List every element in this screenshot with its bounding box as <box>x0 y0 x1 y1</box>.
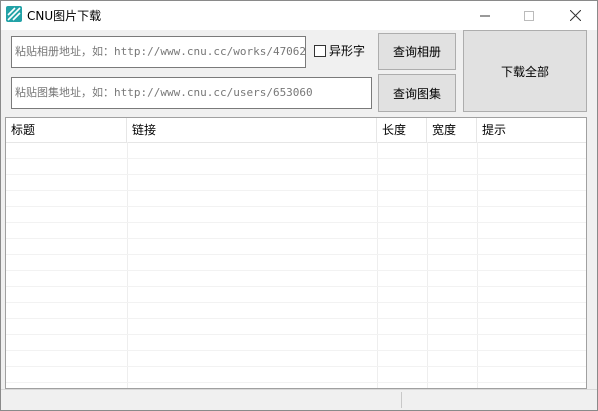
column-header-length[interactable]: 长度 <box>377 118 427 142</box>
checkbox-box[interactable] <box>314 44 326 57</box>
app-logo-icon <box>6 6 22 22</box>
album-url-input[interactable]: 粘贴相册地址，如：http://www.cnu.cc/works/470626 <box>11 36 306 68</box>
window-title: CNU图片下载 <box>27 9 102 23</box>
grid-row-line <box>6 158 586 159</box>
close-button[interactable] <box>553 1 597 30</box>
grid-row-line <box>6 350 586 351</box>
grid-row-line <box>6 382 586 383</box>
grid-row-line <box>6 302 586 303</box>
download-all-button[interactable]: 下载全部 <box>463 30 587 112</box>
grid-row-line <box>6 206 586 207</box>
title-bar[interactable]: CNU图片下载 <box>1 1 597 30</box>
minimize-button[interactable] <box>463 1 507 30</box>
grid-row-line <box>6 286 586 287</box>
gallery-url-placeholder-label: 粘贴图集地址，如： <box>15 86 114 99</box>
grid-row-line <box>6 190 586 191</box>
status-segment <box>1 392 402 408</box>
status-bar <box>1 389 597 410</box>
results-table[interactable]: 标题 链接 长度 宽度 提示 <box>5 117 587 389</box>
grid-column-line <box>127 142 128 388</box>
grid-column-line <box>477 142 478 388</box>
grid-row-line <box>6 174 586 175</box>
table-header: 标题 链接 长度 宽度 提示 <box>6 118 586 143</box>
column-header-width[interactable]: 宽度 <box>427 118 477 142</box>
app-window: CNU图片下载 粘贴相册地址，如：http://www.cnu.cc/works… <box>0 0 598 411</box>
grid-row-line <box>6 334 586 335</box>
query-album-button[interactable]: 查询相册 <box>378 33 456 70</box>
grid-row-line <box>6 318 586 319</box>
column-header-hint[interactable]: 提示 <box>477 118 586 142</box>
grid-row-line <box>6 254 586 255</box>
gallery-url-placeholder-url: http://www.cnu.cc/users/653060 <box>114 86 313 99</box>
close-icon <box>569 10 581 21</box>
grid-row-line <box>6 366 586 367</box>
album-url-placeholder-url: http://www.cnu.cc/works/470626 <box>114 45 306 58</box>
album-url-placeholder-label: 粘贴相册地址，如： <box>15 45 114 58</box>
variant-char-checkbox[interactable]: 异形字 <box>314 42 365 59</box>
column-header-title[interactable]: 标题 <box>6 118 127 142</box>
maximize-button[interactable] <box>507 1 551 30</box>
minimize-icon <box>480 15 490 16</box>
column-header-link[interactable]: 链接 <box>127 118 377 142</box>
query-gallery-button[interactable]: 查询图集 <box>378 74 456 112</box>
grid-row-line <box>6 222 586 223</box>
checkbox-label: 异形字 <box>329 44 366 58</box>
grid-row-line <box>6 270 586 271</box>
grid-column-line <box>427 142 428 388</box>
grid-row-line <box>6 238 586 239</box>
gallery-url-input[interactable]: 粘贴图集地址，如：http://www.cnu.cc/users/653060 <box>11 77 372 109</box>
maximize-icon <box>524 10 534 21</box>
grid-column-line <box>377 142 378 388</box>
